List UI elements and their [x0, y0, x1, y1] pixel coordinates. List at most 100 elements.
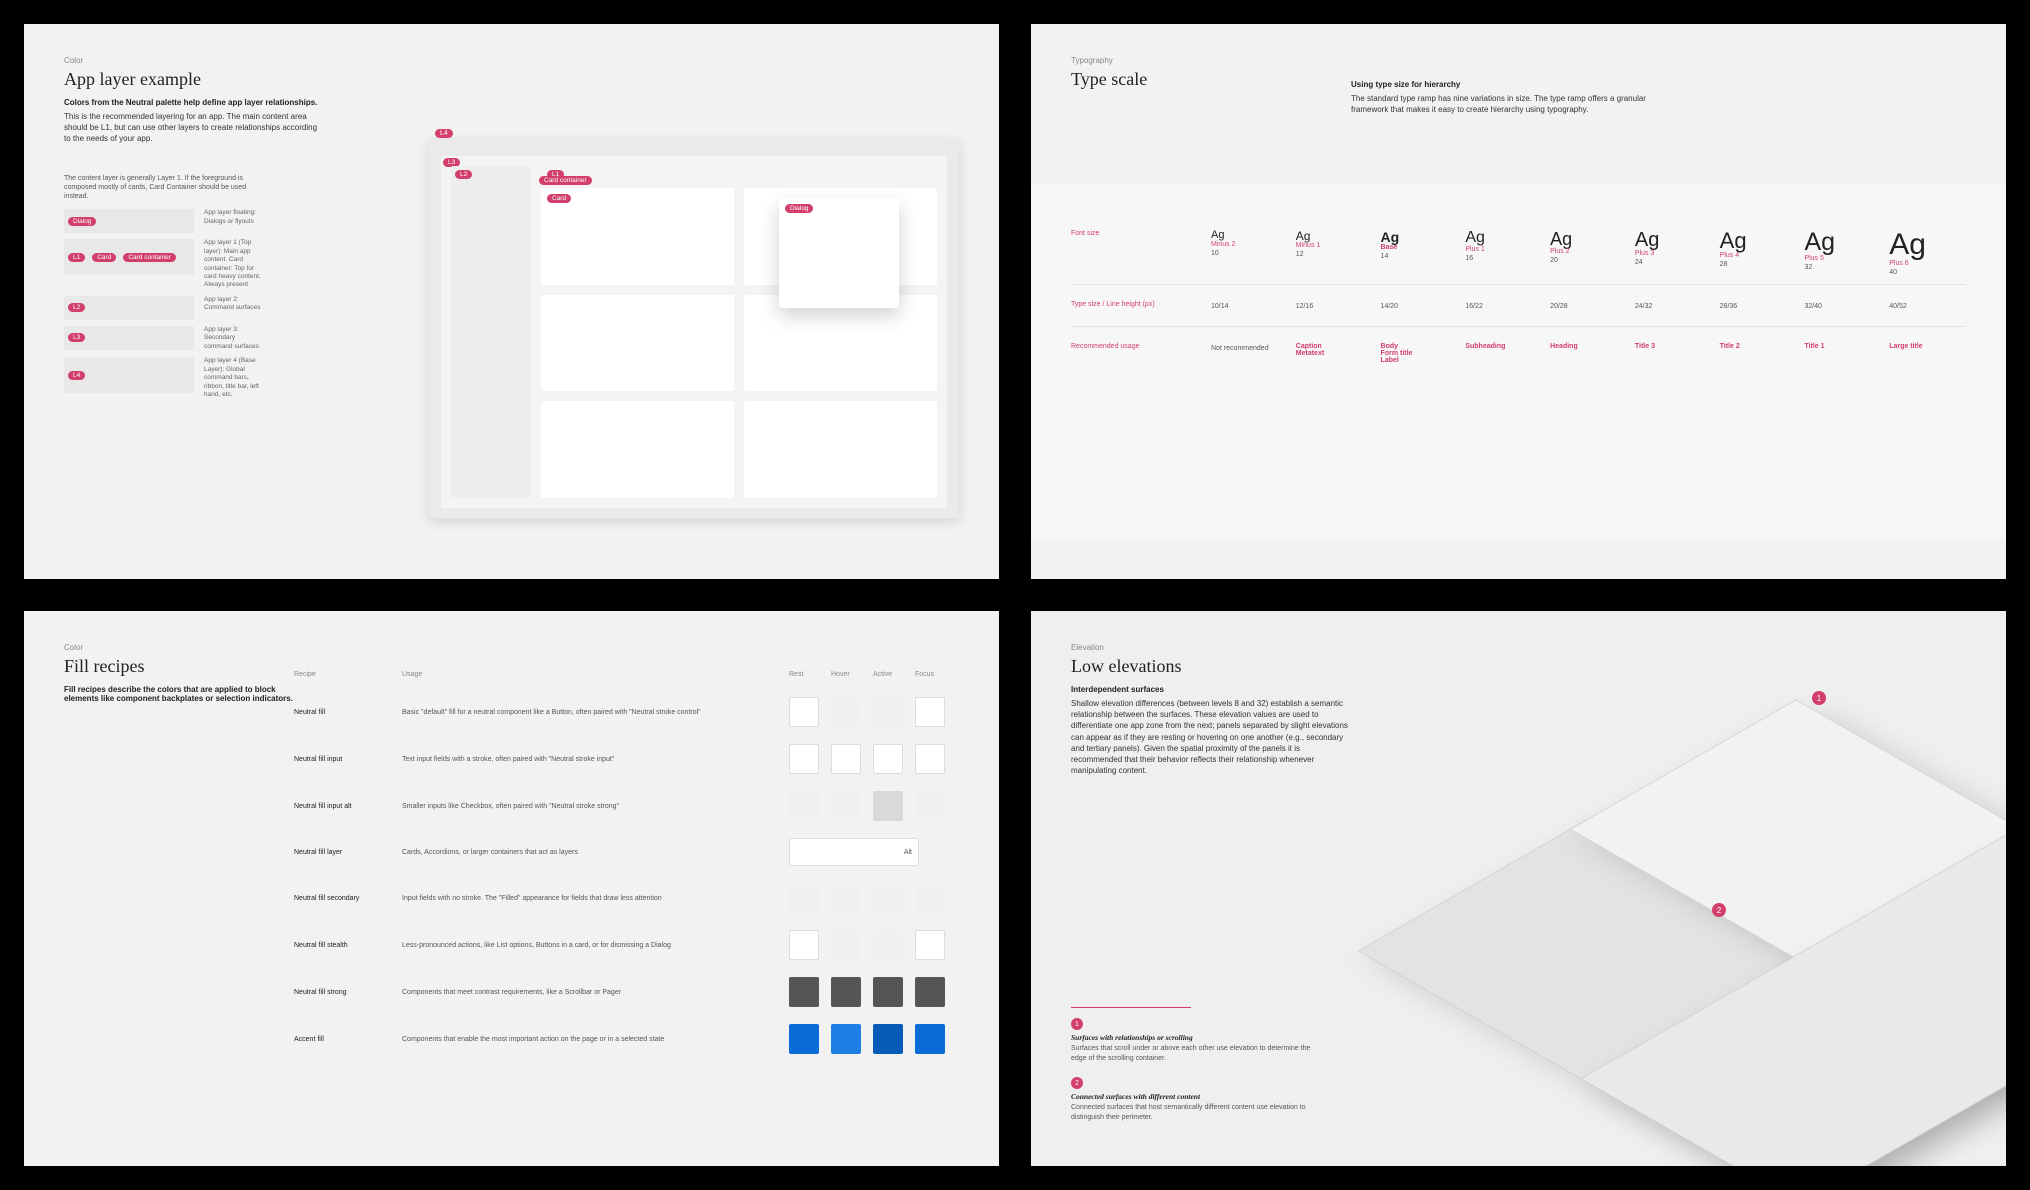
callout-number: 2: [1071, 1077, 1083, 1089]
color-swatch: [915, 1024, 945, 1054]
type-col: AgPlus 5 32: [1804, 230, 1881, 276]
color-swatch: [831, 1024, 861, 1054]
callout-list: 1 Surfaces with relationships or scrollin…: [1071, 1007, 1321, 1136]
col-header: Rest: [789, 671, 823, 678]
col-header: Recipe: [294, 671, 394, 678]
callout-number: 1: [1071, 1018, 1083, 1030]
type-size: 10: [1211, 250, 1288, 257]
type-name: Minus 1: [1296, 242, 1373, 249]
eyebrow: Color: [64, 56, 959, 65]
recipe-row: Neutral fill input altSmaller inputs lik…: [294, 782, 949, 829]
layer-swatch: L3: [64, 326, 194, 350]
type-line-height: 24/32: [1635, 303, 1712, 310]
type-name: Plus 2: [1550, 248, 1627, 255]
recipe-row: Accent fillComponents that enable the mo…: [294, 1015, 949, 1062]
subtitle: Using type size for hierarchy: [1351, 80, 1611, 89]
color-swatch: [873, 883, 903, 913]
slide-app-layer-example: Color App layer example Colors from the …: [24, 24, 999, 579]
callout-body: Surfaces that scroll under or above each…: [1071, 1044, 1321, 1063]
layer-tag: Card container: [123, 253, 176, 262]
recipe-row: Neutral fill layerCards, Accordions, or …: [294, 829, 949, 874]
layer-desc: App layer 3: Secondary command surfaces: [204, 326, 264, 351]
color-swatch: [789, 791, 819, 821]
recipe-name: Neutral fill strong: [294, 989, 394, 996]
type-size: 16: [1465, 255, 1542, 262]
type-usage: Subheading: [1465, 343, 1542, 364]
layer-tag: L3: [68, 333, 85, 342]
col-header: Active: [873, 671, 907, 678]
type-line-height: 10/14: [1211, 303, 1288, 310]
color-swatch: [915, 883, 945, 913]
row-label: Recommended usage: [1071, 343, 1211, 350]
type-usage: Title 3: [1635, 343, 1712, 364]
color-swatch: [915, 977, 945, 1007]
row-label: Font size: [1071, 230, 1211, 237]
type-usage: BodyForm titleLabel: [1381, 343, 1458, 364]
card: [744, 295, 937, 392]
recipe-usage: Text input fields with a stroke, often p…: [402, 756, 781, 763]
type-col: AgPlus 324: [1635, 230, 1712, 276]
color-swatch: [915, 744, 945, 774]
layer-desc: App layer 1 (Top layer): Main app conten…: [204, 239, 264, 290]
type-name: Base: [1381, 244, 1458, 251]
type-specimen: Ag: [1804, 230, 1881, 255]
color-swatch: [873, 1024, 903, 1054]
label-l2: L2: [455, 170, 472, 179]
label-card: Card: [547, 194, 571, 203]
card: [744, 401, 937, 498]
type-name: Plus 6: [1889, 260, 1966, 267]
recipe-alt-swatch: Alt: [789, 838, 949, 866]
type-size: 14: [1381, 253, 1458, 260]
type-size: 12: [1296, 251, 1373, 258]
recipe-row: Neutral fill strong Components that meet …: [294, 968, 949, 1015]
layer-row: Dialog App layer floating: Dialogs or fly…: [64, 209, 264, 233]
app-frame-illustration: L4 L3 L2 L1 Card container Card: [429, 138, 959, 518]
type-name: Plus 5: [1804, 255, 1881, 262]
type-line-height: 28/36: [1720, 303, 1797, 310]
layer-intro: The content layer is generally Layer 1. …: [64, 174, 264, 201]
slide-fill-recipes: Color Fill recipes Fill recipes describe…: [24, 611, 999, 1166]
layer-desc: App layer floating: Dialogs or flyouts: [204, 209, 264, 226]
layer-tag: Card: [92, 253, 116, 262]
color-swatch: [831, 883, 861, 913]
layer-tag: L1: [68, 253, 85, 262]
recipe-row: Neutral fillBasic "default" fill for a n…: [294, 688, 949, 735]
color-swatch: [789, 697, 819, 727]
layer-row: L2App layer 2: Command surfaces: [64, 296, 264, 320]
layer-tag: L2: [68, 303, 85, 312]
recipe-usage: Components that meet contrast requiremen…: [402, 989, 781, 996]
fill-recipes-table: RecipeUsageRestHoverActiveFocus Neutral …: [294, 671, 949, 1062]
type-usage: Large title: [1889, 343, 1966, 364]
col-header: Usage: [402, 671, 781, 678]
color-swatch: [873, 977, 903, 1007]
callout-item: 2Connected surfaces with different conte…: [1071, 1077, 1321, 1122]
type-specimen: Ag: [1465, 230, 1542, 246]
elevation-isometric: [1358, 700, 2006, 1166]
type-name: Plus 4: [1720, 252, 1797, 259]
recipe-name: Neutral fill: [294, 709, 394, 716]
slide-type-scale: Typography Type scale Using type size fo…: [1031, 24, 2006, 579]
layer-swatch: L2: [64, 296, 194, 320]
color-swatch: [873, 697, 903, 727]
layer-desc: App layer 4 (Base Layer): Global command…: [204, 357, 264, 399]
type-size: 24: [1635, 259, 1712, 266]
card: [541, 401, 734, 498]
type-name: Plus 1: [1465, 246, 1542, 253]
body-text: The standard type ramp has nine variatio…: [1351, 93, 1671, 115]
layer-row: L1 Card Card container App layer 1 (Top lay…: [64, 239, 264, 290]
type-line-height: 32/40: [1804, 303, 1881, 310]
color-swatch: [789, 883, 819, 913]
color-swatch: [831, 930, 861, 960]
body-text: Shallow elevation differences (between l…: [1071, 698, 1351, 776]
color-swatch: [831, 697, 861, 727]
type-specimen: Ag: [1381, 230, 1458, 244]
color-swatch: [831, 791, 861, 821]
slide-low-elevations: Elevation Low elevations Interdependent …: [1031, 611, 2006, 1166]
separator: [1071, 1007, 1191, 1008]
card: [541, 295, 734, 392]
layer-tag: Dialog: [68, 217, 96, 226]
callout-title: Surfaces with relationships or scrolling: [1071, 1033, 1321, 1042]
recipe-usage: Cards, Accordions, or larger containers …: [402, 849, 781, 856]
type-size: 32: [1804, 264, 1881, 271]
subtitle: Interdependent surfaces: [1071, 685, 1331, 694]
